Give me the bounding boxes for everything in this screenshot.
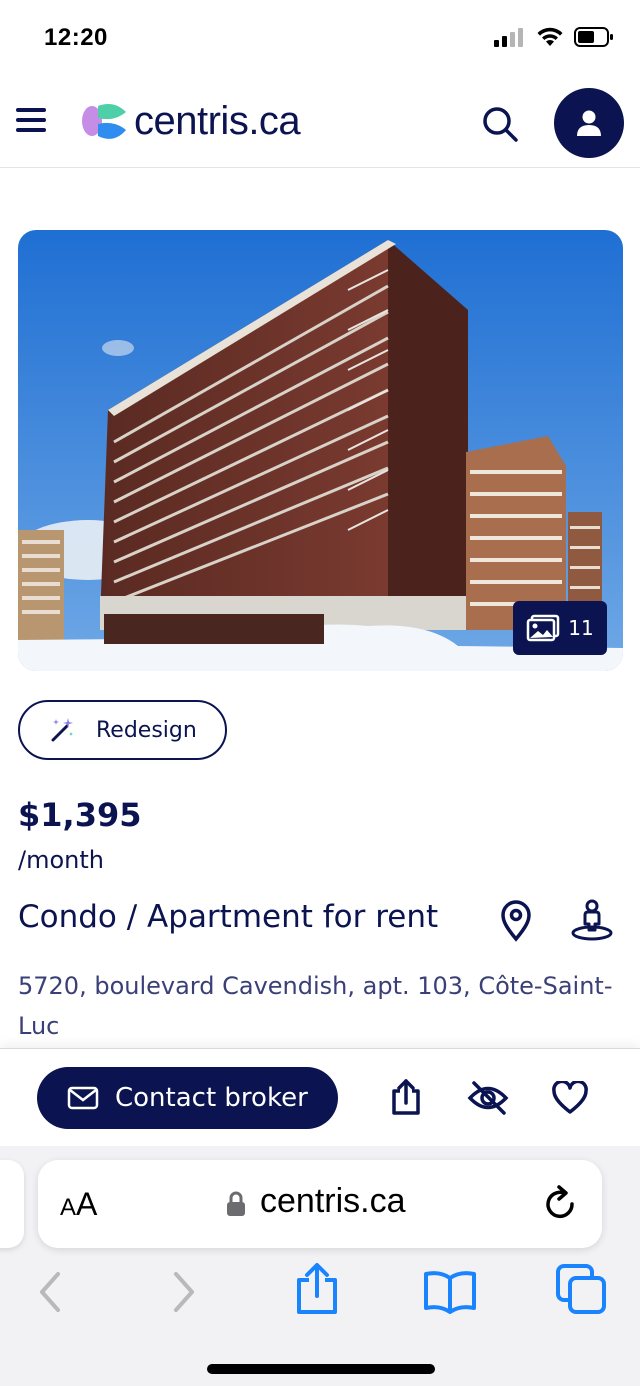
streetview-button[interactable] [570, 898, 614, 946]
redesign-label: Redesign [96, 717, 197, 743]
streetview-icon [571, 899, 613, 941]
price-unit: /month [18, 846, 104, 874]
listing-price: $1,395 [18, 796, 142, 834]
home-indicator[interactable] [207, 1364, 435, 1374]
menu-icon [16, 108, 46, 112]
magic-wand-icon [51, 718, 73, 742]
status-icons [494, 26, 614, 48]
mail-icon [67, 1086, 99, 1110]
menu-button[interactable] [16, 108, 48, 136]
photo-count-text: 11 [568, 616, 594, 640]
battery-icon [574, 27, 613, 47]
status-time: 12:20 [44, 24, 108, 51]
heart-icon [552, 1079, 588, 1114]
site-header: centris.ca [0, 80, 640, 168]
browser-chrome: AA centris.ca [0, 1146, 640, 1386]
hide-icon [467, 1081, 509, 1115]
share-listing-button[interactable] [386, 1077, 426, 1121]
search-icon [483, 107, 518, 142]
url-text: centris.ca [260, 1182, 406, 1220]
centris-logo[interactable]: centris.ca [80, 96, 301, 146]
lock-icon [227, 1191, 245, 1216]
account-icon [577, 110, 601, 136]
map-button[interactable] [498, 900, 534, 946]
search-button[interactable] [478, 102, 522, 146]
browser-share-icon[interactable] [294, 1262, 340, 1316]
menu-icon-line [16, 118, 46, 122]
contact-broker-label: Contact broker [115, 1083, 308, 1113]
favorite-button[interactable] [551, 1079, 589, 1119]
gallery-icon [527, 614, 560, 642]
redesign-button[interactable]: Redesign [18, 700, 227, 760]
forward-icon[interactable] [170, 1270, 198, 1314]
hide-listing-button[interactable] [466, 1079, 510, 1121]
wifi-icon [537, 27, 563, 46]
contact-broker-button[interactable]: Contact broker [37, 1067, 338, 1129]
signal-icon [494, 28, 523, 47]
back-icon[interactable] [36, 1270, 64, 1314]
photo-count-badge[interactable]: 11 [513, 601, 607, 655]
listing-photo[interactable]: 11 [18, 230, 623, 671]
text-size-button[interactable]: AA [60, 1186, 97, 1223]
reload-icon[interactable] [542, 1184, 578, 1222]
share-icon [392, 1079, 420, 1115]
address-bar[interactable]: AA centris.ca [38, 1160, 602, 1248]
menu-icon-line [16, 128, 46, 132]
status-bar: 12:20 [0, 0, 640, 80]
previous-tab-preview[interactable] [0, 1160, 24, 1248]
listing-address: 5720, boulevard Cavendish, apt. 103, Côt… [18, 972, 613, 1040]
account-button[interactable] [554, 88, 624, 158]
tabs-icon[interactable] [556, 1264, 608, 1316]
map-pin-icon [501, 900, 531, 942]
logo-text: centris.ca [134, 98, 301, 143]
listing-action-bar: Contact broker [0, 1048, 640, 1146]
logo-mark-icon [82, 104, 126, 139]
text-size-big: A [76, 1186, 98, 1222]
text-size-small: A [60, 1194, 77, 1221]
property-title: Condo / Apartment for rent [18, 899, 439, 935]
bookmarks-icon[interactable] [422, 1268, 478, 1314]
